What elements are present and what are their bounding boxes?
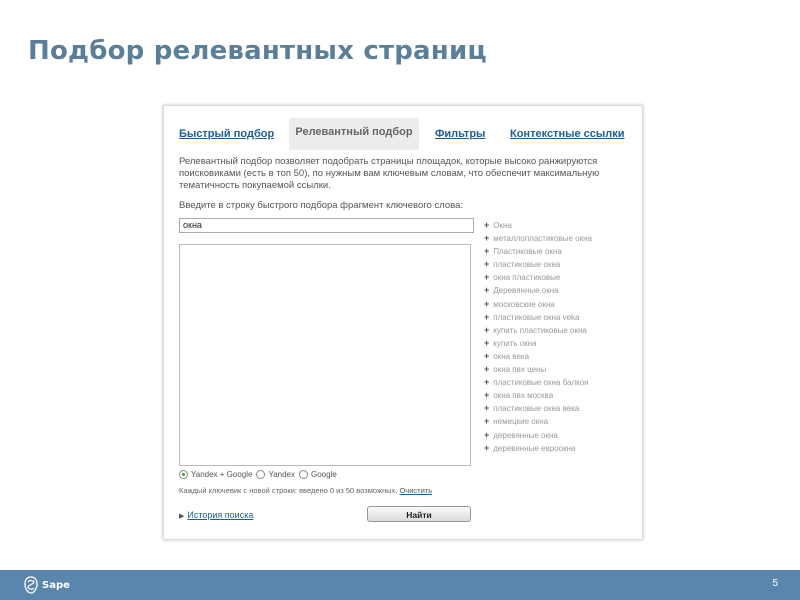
plus-icon: + xyxy=(484,377,490,388)
plus-icon: + xyxy=(484,429,490,440)
suggestion-item[interactable]: + окна пвх москва xyxy=(484,389,639,402)
suggestion-item[interactable]: + деревянные евроокна xyxy=(484,442,639,455)
sape-logo: Sape xyxy=(24,574,70,596)
logo-text: Sape xyxy=(42,579,70,591)
plus-icon: + xyxy=(484,220,490,230)
plus-icon: + xyxy=(484,259,490,270)
tab-relevant-selection[interactable]: Релевантный подбор xyxy=(289,118,419,152)
tab-content: Релевантный подбор позволяет подобрать с… xyxy=(164,150,642,537)
keyword-counter: Каждый ключевик с новой строки: введено … xyxy=(179,486,432,495)
suggestion-item[interactable]: + купить пластиковые окна xyxy=(484,324,639,337)
suggestion-item[interactable]: + немецкие окна xyxy=(484,415,639,428)
find-button[interactable]: Найти xyxy=(367,506,471,522)
suggestion-item[interactable]: + Деревянные окна xyxy=(484,284,639,297)
suggestion-item[interactable]: + Пластиковые окна xyxy=(484,245,639,258)
counter-text: Каждый ключевик с новой строки: введено … xyxy=(179,486,398,495)
plus-icon: + xyxy=(484,442,490,453)
history-label: История поиска xyxy=(187,510,254,520)
relevant-pages-panel: Быстрый подбор Релевантный подбор Фильтр… xyxy=(163,105,643,540)
tab-context-links[interactable]: Контекстные ссылки xyxy=(510,120,625,148)
page-number: 5 xyxy=(772,578,778,589)
footer-bar: Sape 5 xyxy=(0,570,800,600)
plus-icon: + xyxy=(484,390,490,401)
suggestion-item[interactable]: + металлопластиковые окна xyxy=(484,232,639,245)
plus-icon: + xyxy=(484,233,490,244)
plus-icon: + xyxy=(484,416,490,427)
chevron-right-icon: ▶ xyxy=(179,513,185,520)
query-prompt: Введите в строку быстрого подбора фрагме… xyxy=(179,200,463,211)
suggestion-item[interactable]: + окна пвх цены xyxy=(484,363,639,376)
plus-icon: + xyxy=(484,272,490,283)
suggestion-item[interactable]: + пластиковые окна века xyxy=(484,402,639,415)
suggestion-item[interactable]: + купить окна xyxy=(484,337,639,350)
tab-quick-selection[interactable]: Быстрый подбор xyxy=(179,120,274,148)
suggestion-item[interactable]: + пластиковые окна xyxy=(484,258,639,271)
description-text: Релевантный подбор позволяет подобрать с… xyxy=(179,156,600,191)
plus-icon: + xyxy=(484,403,490,414)
keyword-query-input[interactable] xyxy=(179,218,474,233)
suggestion-item[interactable]: + окна пластиковые xyxy=(484,271,639,284)
suggestion-item[interactable]: + пластиковые окна балкон xyxy=(484,376,639,389)
tab-bar: Быстрый подбор Релевантный подбор Фильтр… xyxy=(164,118,642,152)
suggestion-item[interactable]: + Окна xyxy=(484,219,639,232)
slide-title: Подбор релевантных страниц xyxy=(28,36,487,66)
radio-google[interactable] xyxy=(299,470,308,479)
suggestion-item[interactable]: + окна века xyxy=(484,350,639,363)
plus-icon: + xyxy=(484,285,490,296)
suggestion-item[interactable]: + московские окна xyxy=(484,298,639,311)
suggestion-item[interactable]: + пластиковые окна veka xyxy=(484,311,639,324)
plus-icon: + xyxy=(484,311,490,322)
plus-icon: + xyxy=(484,364,490,375)
plus-icon: + xyxy=(484,246,490,257)
radio-yandex-google[interactable] xyxy=(179,470,188,479)
search-engine-selector: Yandex + Google Yandex Google xyxy=(179,470,341,479)
engine-label: Google xyxy=(311,470,337,479)
tab-filters[interactable]: Фильтры xyxy=(435,120,485,148)
suggestion-item[interactable]: + деревянные окна xyxy=(484,429,639,442)
clear-link[interactable]: Очистить xyxy=(399,486,432,495)
search-history-link[interactable]: ▶ История поиска xyxy=(179,510,253,520)
engine-label: Yandex + Google xyxy=(191,470,253,479)
keywords-textarea[interactable] xyxy=(179,244,471,466)
keyword-suggestions-list: + Окна + металлопластиковые окна + Пластико… xyxy=(484,219,639,455)
plus-icon: + xyxy=(484,337,490,348)
engine-label: Yandex xyxy=(268,470,295,479)
plus-icon: + xyxy=(484,324,490,335)
plus-icon: + xyxy=(484,298,490,309)
sape-logo-icon xyxy=(24,576,38,594)
radio-yandex[interactable] xyxy=(256,470,266,479)
plus-icon: + xyxy=(484,350,490,361)
